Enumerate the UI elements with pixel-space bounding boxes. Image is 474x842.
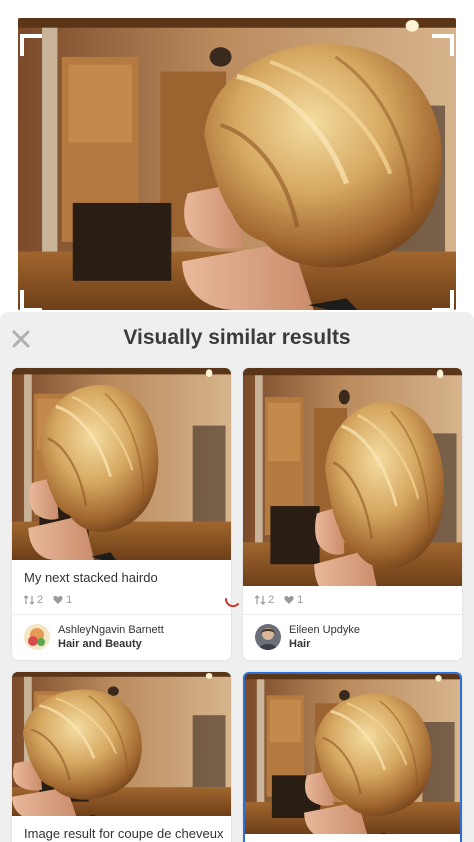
avatar[interactable] xyxy=(24,624,50,650)
pinner-info[interactable]: AshleyNgavin Barnett Hair and Beauty xyxy=(24,623,164,651)
hair-photo xyxy=(18,18,456,310)
avatar-image xyxy=(24,624,50,650)
source-image[interactable] xyxy=(18,18,456,310)
result-card[interactable]: Image result for coupe de cheveux xyxy=(12,672,231,842)
pinner-name: Eileen Updyke xyxy=(289,624,360,636)
result-image[interactable] xyxy=(245,674,460,834)
result-card[interactable]: My next stacked hairdo 2 1 AshleyNgavin … xyxy=(12,368,231,660)
repin-count: 2 xyxy=(255,594,274,606)
pinner-info[interactable]: Eileen Updyke Hair xyxy=(255,623,360,651)
avatar[interactable] xyxy=(255,624,281,650)
result-image[interactable] xyxy=(243,368,462,586)
pin-stats: 2 1 xyxy=(255,594,303,606)
result-card[interactable]: 2 1 Eileen Updyke Hair xyxy=(243,368,462,660)
board-name: Hair xyxy=(289,638,311,650)
result-image[interactable] xyxy=(12,672,231,816)
repin-icon xyxy=(255,595,265,605)
pin-description: Image result for coupe de cheveux xyxy=(24,826,224,841)
pin-stats: 2 1 xyxy=(24,594,72,606)
loading-spinner-icon xyxy=(224,598,239,608)
result-image[interactable] xyxy=(12,368,231,560)
pinner-name: AshleyNgavin Barnett xyxy=(58,624,164,636)
avatar-image xyxy=(255,624,281,650)
board-name: Hair and Beauty xyxy=(58,638,142,650)
result-card[interactable] xyxy=(243,672,462,842)
crop-handle-top-right[interactable] xyxy=(432,34,454,56)
results-sheet: Visually similar results My next stacked… xyxy=(0,312,474,842)
crop-handle-bottom-left[interactable] xyxy=(20,290,42,312)
pin-description: My next stacked hairdo xyxy=(24,570,158,585)
crop-handle-top-left[interactable] xyxy=(20,34,42,56)
sheet-title: Visually similar results xyxy=(123,326,351,349)
heart-icon xyxy=(53,595,63,604)
repin-count: 2 xyxy=(24,594,43,606)
card-divider xyxy=(12,614,231,615)
like-count: 1 xyxy=(284,594,303,606)
card-divider xyxy=(243,614,462,615)
heart-icon xyxy=(284,595,294,604)
crop-handle-bottom-right[interactable] xyxy=(432,290,454,312)
repin-icon xyxy=(24,595,34,605)
like-count: 1 xyxy=(53,594,72,606)
